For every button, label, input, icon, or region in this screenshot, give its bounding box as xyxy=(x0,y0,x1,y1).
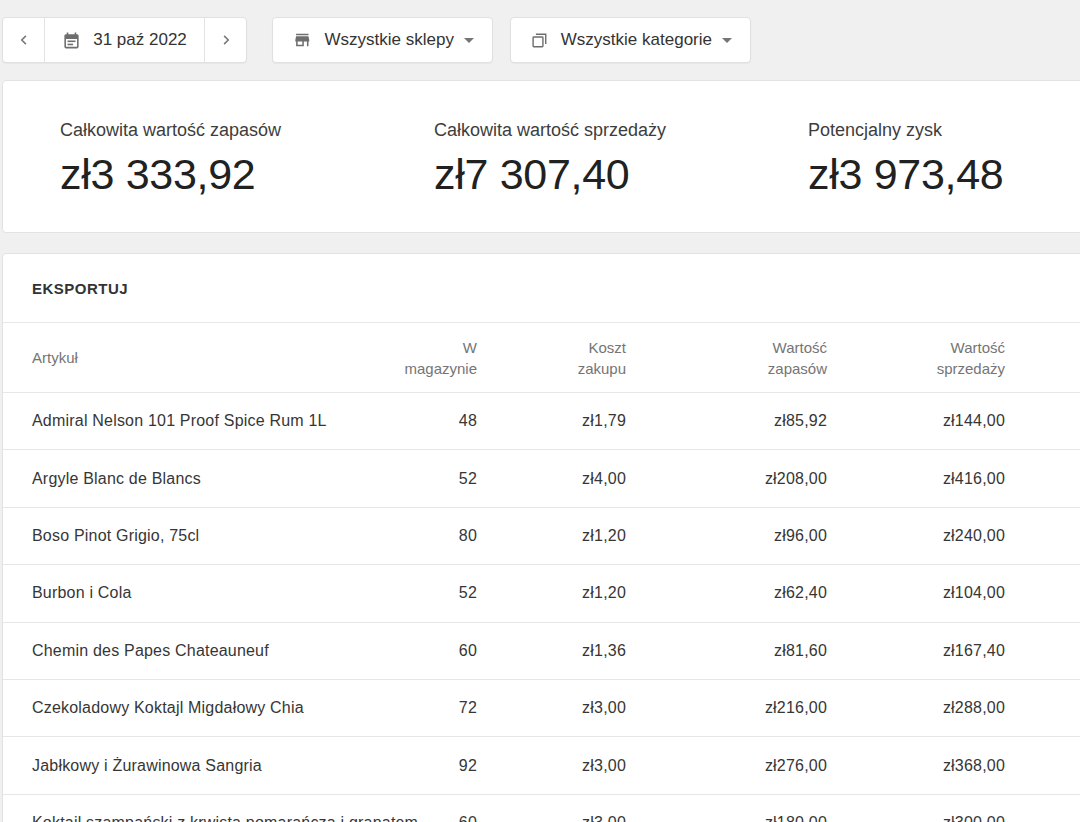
cell-sales-value: zł240,00 xyxy=(827,527,1005,545)
cell-purchase-cost: zł3,00 xyxy=(477,814,626,822)
cell-sales-value: zł144,00 xyxy=(827,412,1005,430)
table-row[interactable]: Koktajl szampański z krwistą pomarańczą … xyxy=(3,795,1080,822)
stat-sales-value: Całkowita wartość sprzedaży zł7 307,40 xyxy=(434,120,666,199)
table-row[interactable]: Boso Pinot Grigio, 75cl 80 zł1,20 zł96,0… xyxy=(3,508,1080,565)
stat-inventory-value: Całkowita wartość zapasów zł3 333,92 xyxy=(60,120,281,199)
calendar-icon xyxy=(62,31,81,50)
cell-article: Koktajl szampański z krwistą pomarańczą … xyxy=(32,814,387,822)
cell-inventory-value: zł276,00 xyxy=(626,757,827,775)
stat-label: Całkowita wartość sprzedaży xyxy=(434,120,666,141)
table-body: Admiral Nelson 101 Proof Spice Rum 1L 48… xyxy=(3,393,1080,822)
cell-in-stock: 60 xyxy=(387,814,477,822)
table-row[interactable]: Chemin des Papes Chateauneuf 60 zł1,36 z… xyxy=(3,623,1080,680)
summary-card: Całkowita wartość zapasów zł3 333,92 Cał… xyxy=(2,80,1080,233)
cell-article: Boso Pinot Grigio, 75cl xyxy=(32,527,387,545)
cell-article: Admiral Nelson 101 Proof Spice Rum 1L xyxy=(32,412,387,430)
table-row[interactable]: Jabłkowy i Żurawinowa Sangria 92 zł3,00 … xyxy=(3,737,1080,794)
cell-in-stock: 52 xyxy=(387,584,477,602)
cell-purchase-cost: zł1,79 xyxy=(477,412,626,430)
cell-sales-value: zł288,00 xyxy=(827,699,1005,717)
cell-purchase-cost: zł1,20 xyxy=(477,584,626,602)
store-icon xyxy=(293,30,312,50)
cell-article: Burbon i Cola xyxy=(32,584,387,602)
table-row[interactable]: Czekoladowy Koktajl Migdałowy Chia 72 zł… xyxy=(3,680,1080,737)
cell-purchase-cost: zł3,00 xyxy=(477,699,626,717)
chevron-down-icon xyxy=(722,38,732,43)
stat-label: Całkowita wartość zapasów xyxy=(60,120,281,141)
stores-filter-dropdown[interactable]: Wszystkie sklepy xyxy=(272,17,493,63)
stat-value: zł3 973,48 xyxy=(808,150,1003,199)
categories-filter-label: Wszystkie kategorie xyxy=(561,30,712,50)
cell-in-stock: 80 xyxy=(387,527,477,545)
column-header-in-stock[interactable]: W magazynie xyxy=(387,337,477,379)
cell-article: Chemin des Papes Chateauneuf xyxy=(32,642,387,660)
cell-article: Jabłkowy i Żurawinowa Sangria xyxy=(32,757,387,775)
cell-inventory-value: zł81,60 xyxy=(626,642,827,660)
cell-article: Czekoladowy Koktajl Migdałowy Chia xyxy=(32,699,387,717)
cell-in-stock: 72 xyxy=(387,699,477,717)
column-header-inventory-value[interactable]: Wartość zapasów xyxy=(626,337,827,379)
cell-inventory-value: zł85,92 xyxy=(626,412,827,430)
cell-inventory-value: zł180,00 xyxy=(626,814,827,822)
chevron-right-icon xyxy=(217,31,235,49)
chevron-left-icon xyxy=(15,31,33,49)
cell-inventory-value: zł216,00 xyxy=(626,699,827,717)
categories-icon xyxy=(531,31,548,50)
stat-value: zł7 307,40 xyxy=(434,150,666,199)
table-row[interactable]: Burbon i Cola 52 zł1,20 zł62,40 zł104,00 xyxy=(3,565,1080,622)
cell-in-stock: 92 xyxy=(387,757,477,775)
previous-day-button[interactable] xyxy=(3,18,45,62)
cell-article: Argyle Blanc de Blancs xyxy=(32,470,387,488)
table-row[interactable]: Admiral Nelson 101 Proof Spice Rum 1L 48… xyxy=(3,393,1080,450)
export-row: EKSPORTUJ xyxy=(3,254,1080,323)
cell-in-stock: 52 xyxy=(387,470,477,488)
table-row[interactable]: Argyle Blanc de Blancs 52 zł4,00 zł208,0… xyxy=(3,450,1080,507)
stores-filter-label: Wszystkie sklepy xyxy=(325,30,454,50)
chevron-down-icon xyxy=(464,38,474,43)
cell-purchase-cost: zł3,00 xyxy=(477,757,626,775)
cell-purchase-cost: zł1,20 xyxy=(477,527,626,545)
cell-sales-value: zł167,40 xyxy=(827,642,1005,660)
cell-purchase-cost: zł1,36 xyxy=(477,642,626,660)
cell-sales-value: zł300,00 xyxy=(827,814,1005,822)
cell-in-stock: 48 xyxy=(387,412,477,430)
cell-sales-value: zł104,00 xyxy=(827,584,1005,602)
cell-in-stock: 60 xyxy=(387,642,477,660)
export-button[interactable]: EKSPORTUJ xyxy=(32,280,128,297)
categories-filter-dropdown[interactable]: Wszystkie kategorie xyxy=(510,17,751,63)
stat-label: Potencjalny zysk xyxy=(808,120,1003,141)
date-picker-button[interactable]: 31 paź 2022 xyxy=(45,18,205,62)
inventory-table-card: EKSPORTUJ Artykuł W magazynie Koszt zaku… xyxy=(2,253,1080,822)
cell-inventory-value: zł96,00 xyxy=(626,527,827,545)
cell-sales-value: zł368,00 xyxy=(827,757,1005,775)
date-label: 31 paź 2022 xyxy=(93,30,187,50)
column-header-sales-value[interactable]: Wartość sprzedaży xyxy=(827,337,1005,379)
stat-value: zł3 333,92 xyxy=(60,150,281,199)
stat-potential-profit: Potencjalny zysk zł3 973,48 xyxy=(808,120,1003,199)
table-header: Artykuł W magazynie Koszt zakupu Wartość… xyxy=(3,323,1080,393)
cell-purchase-cost: zł4,00 xyxy=(477,470,626,488)
cell-sales-value: zł416,00 xyxy=(827,470,1005,488)
cell-inventory-value: zł62,40 xyxy=(626,584,827,602)
column-header-purchase-cost[interactable]: Koszt zakupu xyxy=(477,337,626,379)
next-day-button[interactable] xyxy=(205,18,246,62)
cell-inventory-value: zł208,00 xyxy=(626,470,827,488)
column-header-article[interactable]: Artykuł xyxy=(32,347,387,368)
date-navigator: 31 paź 2022 xyxy=(2,17,247,63)
